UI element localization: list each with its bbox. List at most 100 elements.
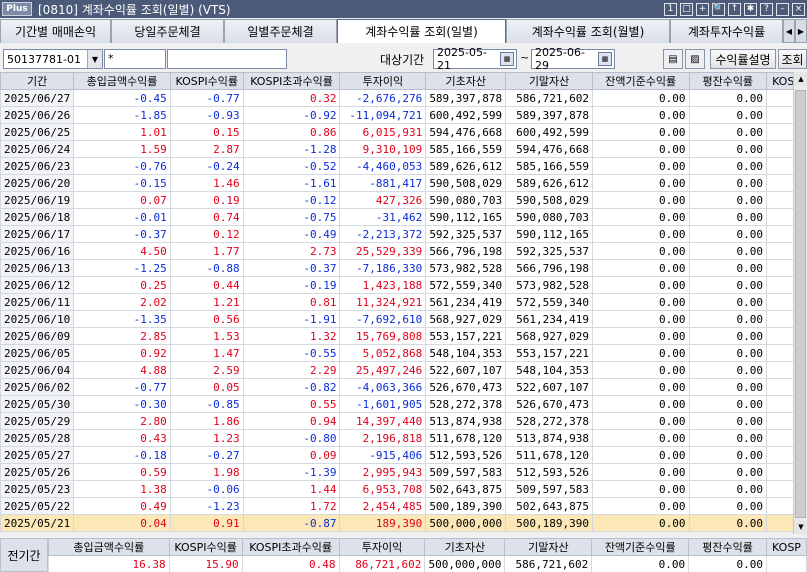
table-row[interactable]: 2025/06/26 -1.85 -0.93 -0.92 -11,094,721 600,… <box>0 106 807 124</box>
summary-value-cell: 586,721,602 <box>504 555 593 572</box>
tab-period-trade-pnl[interactable]: 기간별 매매손익 <box>0 19 111 43</box>
value-cell: 6,015,931 <box>339 123 427 141</box>
date-to-field[interactable]: 2025-06-29 ▦ <box>531 46 615 72</box>
table-row[interactable]: 2025/06/09 2.85 1.53 1.32 15,769,808 553,157,… <box>0 327 807 345</box>
table-row[interactable]: 2025/06/02 -0.77 0.05 -0.82 -4,063,366 526,67… <box>0 378 807 396</box>
date-cell: 2025/06/25 <box>0 123 75 141</box>
table-row[interactable]: 2025/06/18 -0.01 0.74 -0.75 -31,462 590,112,1… <box>0 208 807 226</box>
pin-icon[interactable]: ↑ <box>728 2 741 16</box>
daily-return-grid[interactable]: 기간 총입금액수익률 KOSPI수익률 KOSPI초과수익률 투자이익 기초자산 기말자산 잔… <box>0 72 807 534</box>
tab-daily-executions[interactable]: 일별주문체결 <box>224 19 337 43</box>
table-row[interactable]: 2025/06/24 1.59 2.87 -1.28 9,310,109 585,166,… <box>0 140 807 158</box>
value-cell: 0.81 <box>242 293 341 311</box>
tab-left-arrow-icon[interactable]: ◀ <box>783 19 795 43</box>
settings-icon[interactable]: ✱ <box>744 2 757 16</box>
date-cell: 2025/06/27 <box>0 89 75 107</box>
calendar-icon[interactable]: ▦ <box>500 52 514 66</box>
column-header[interactable]: KOSPI수익률 <box>169 72 244 90</box>
link-number-icon[interactable]: 1 <box>664 2 677 16</box>
value-cell: 0.00 <box>591 446 690 464</box>
tab-investment-return[interactable]: 계좌투자수익률 <box>670 19 783 43</box>
scroll-thumb[interactable] <box>795 90 806 518</box>
value-cell: 9,310,109 <box>339 140 427 158</box>
grid-view-icon[interactable]: ▤ <box>663 49 683 69</box>
value-cell: 0.05 <box>169 378 244 396</box>
scroll-down-icon[interactable]: ▼ <box>794 520 807 534</box>
date-cell: 2025/05/28 <box>0 429 75 447</box>
column-header[interactable]: 기말자산 <box>505 72 593 90</box>
value-cell: 573,982,528 <box>425 259 507 277</box>
table-row[interactable]: 2025/06/10 -1.35 0.56 -1.91 -7,692,610 568,92… <box>0 310 807 328</box>
tab-monthly-return[interactable]: 계좌수익률 조회(월별) <box>506 19 670 43</box>
column-header[interactable]: 기간 <box>0 72 75 90</box>
scroll-up-icon[interactable]: ▲ <box>794 72 807 86</box>
chevron-down-icon[interactable]: ▼ <box>87 50 102 68</box>
password-field[interactable]: * <box>104 49 166 69</box>
window-icon[interactable]: □ <box>680 2 693 16</box>
minimize-icon[interactable]: – <box>776 2 789 16</box>
table-row[interactable]: 2025/06/12 0.25 0.44 -0.19 1,423,188 572,559,… <box>0 276 807 294</box>
table-row[interactable]: 2025/05/27 -0.18 -0.27 0.09 -915,406 512,593,… <box>0 446 807 464</box>
date-from-field[interactable]: 2025-05-21 ▦ <box>433 46 517 72</box>
help-icon[interactable]: ? <box>760 2 773 16</box>
vertical-scrollbar[interactable]: ▲ ▼ <box>793 72 807 534</box>
table-row[interactable]: 2025/06/27 -0.45 -0.77 0.32 -2,676,276 589,39… <box>0 89 807 107</box>
column-header[interactable]: 기초자산 <box>425 72 507 90</box>
tab-daily-return[interactable]: 계좌수익률 조회(일별) <box>337 19 506 43</box>
value-cell: 0.00 <box>688 480 768 498</box>
account-select[interactable]: 50137781-01 ▼ <box>3 49 103 69</box>
value-cell: 589,397,878 <box>505 106 593 124</box>
value-cell: 0.09 <box>242 446 341 464</box>
tab-right-arrow-icon[interactable]: ▶ <box>795 19 807 43</box>
value-cell: 590,508,029 <box>425 174 507 192</box>
close-icon[interactable]: × <box>792 2 805 16</box>
chart-view-icon[interactable]: ▨ <box>685 49 705 69</box>
column-header[interactable]: 총입금액수익률 <box>73 72 171 90</box>
zoom-icon[interactable]: 🔍 <box>712 2 725 16</box>
return-explain-button[interactable]: 수익률설명 <box>710 49 776 69</box>
table-row[interactable]: 2025/06/16 4.50 1.77 2.73 25,529,339 566,796,… <box>0 242 807 260</box>
table-row[interactable]: 2025/05/29 2.80 1.86 0.94 14,397,440 513,874,… <box>0 412 807 430</box>
value-cell: 0.00 <box>688 361 768 379</box>
table-row[interactable]: 2025/06/11 2.02 1.21 0.81 11,324,921 561,234,… <box>0 293 807 311</box>
table-row[interactable]: 2025/05/28 0.43 1.23 -0.80 2,196,818 511,678,… <box>0 429 807 447</box>
table-row[interactable]: 2025/06/04 4.88 2.59 2.29 25,497,246 522,607,… <box>0 361 807 379</box>
value-cell: 0.00 <box>591 463 690 481</box>
table-row[interactable]: 2025/05/22 0.49 -1.23 1.72 2,454,485 500,189,… <box>0 497 807 515</box>
date-cell: 2025/06/09 <box>0 327 75 345</box>
table-row[interactable]: 2025/06/13 -1.25 -0.88 -0.37 -7,186,330 573,9… <box>0 259 807 277</box>
value-cell: 0.43 <box>73 429 171 447</box>
account-number: 50137781-01 <box>7 52 81 66</box>
table-row[interactable]: 2025/06/05 0.92 1.47 -0.55 5,052,868 548,104,… <box>0 344 807 362</box>
date-cell: 2025/05/21 <box>0 514 75 532</box>
value-cell: -1.61 <box>242 174 341 192</box>
value-cell: -7,186,330 <box>339 259 427 277</box>
date-cell: 2025/06/04 <box>0 361 75 379</box>
value-cell: -0.27 <box>169 446 244 464</box>
value-cell: -0.24 <box>169 157 244 175</box>
table-row[interactable]: 2025/06/20 -0.15 1.46 -1.61 -881,417 590,508,… <box>0 174 807 192</box>
value-cell: 0.00 <box>591 293 690 311</box>
column-header[interactable]: 잔액기준수익률 <box>591 72 690 90</box>
table-row[interactable]: 2025/05/26 0.59 1.98 -1.39 2,995,943 509,597,… <box>0 463 807 481</box>
period-label: 대상기간 <box>380 53 425 67</box>
table-row[interactable]: 2025/06/25 1.01 0.15 0.86 6,015,931 594,476,6… <box>0 123 807 141</box>
add-icon[interactable]: + <box>696 2 709 16</box>
value-cell: 0.00 <box>688 242 768 260</box>
tab-today-executions[interactable]: 당일주문체결 <box>111 19 224 43</box>
column-header[interactable]: 평잔수익률 <box>688 72 768 90</box>
table-row[interactable]: 2025/05/23 1.38 -0.06 1.44 6,953,708 502,643,… <box>0 480 807 498</box>
table-row[interactable]: 2025/05/21 0.04 0.91 -0.87 189,390 500,000,00… <box>0 514 807 532</box>
search-button[interactable]: 조회 <box>778 49 807 69</box>
table-row[interactable]: 2025/05/30 -0.30 -0.85 0.55 -1,601,905 528,27… <box>0 395 807 413</box>
table-row[interactable]: 2025/06/19 0.07 0.19 -0.12 427,326 590,080,70… <box>0 191 807 209</box>
value-cell: 585,166,559 <box>425 140 507 158</box>
calendar-icon[interactable]: ▦ <box>598 52 612 66</box>
value-cell: -0.01 <box>73 208 171 226</box>
table-row[interactable]: 2025/06/17 -0.37 0.12 -0.49 -2,213,372 592,32… <box>0 225 807 243</box>
column-header[interactable]: 투자이익 <box>339 72 427 90</box>
value-cell: 513,874,938 <box>425 412 507 430</box>
summary-value-cell: 86,721,602 <box>338 555 426 572</box>
table-row[interactable]: 2025/06/23 -0.76 -0.24 -0.52 -4,460,053 589,6… <box>0 157 807 175</box>
column-header[interactable]: KOSPI초과수익률 <box>242 72 341 90</box>
